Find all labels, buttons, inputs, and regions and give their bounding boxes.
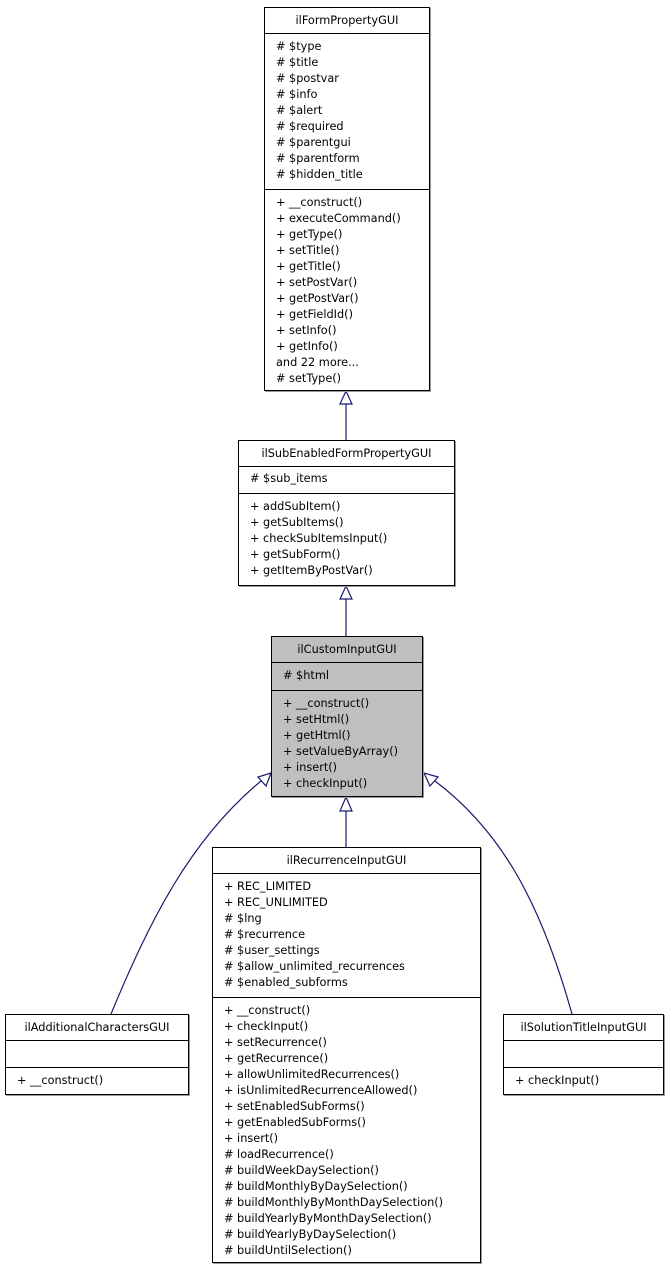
method: # setType()	[276, 372, 342, 385]
attribute: # $title	[276, 56, 319, 69]
inheritance-arrowhead	[256, 772, 273, 788]
class-name: ilSolutionTitleInputGUI	[504, 1015, 663, 1041]
class-box-ilSubEnabledFormPropertyGUI[interactable]: ilSubEnabledFormPropertyGUI # $sub_items…	[238, 440, 455, 586]
attribute: # $allow_unlimited_recurrences	[224, 960, 405, 973]
class-box-ilCustomInputGUI: ilCustomInputGUI # $html + __construct()…	[271, 636, 423, 797]
method: + __construct()	[224, 1004, 311, 1017]
class-name: ilFormPropertyGUI	[265, 8, 429, 34]
method: + getRecurrence()	[224, 1052, 329, 1065]
methods-section: + __construct() + executeCommand() + get…	[265, 189, 429, 387]
inheritance-arrowhead	[339, 795, 353, 812]
method: + getTitle()	[276, 260, 341, 273]
method: # buildMonthlyByDaySelection()	[224, 1180, 408, 1193]
attribute: + REC_LIMITED	[224, 880, 312, 893]
inheritance-arrowhead	[339, 584, 353, 600]
method: + getInfo()	[276, 340, 338, 353]
method: + getFieldId()	[276, 308, 353, 321]
attribute: + REC_UNLIMITED	[224, 896, 328, 909]
method: + isUnlimitedRecurrenceAllowed()	[224, 1084, 418, 1097]
method: # buildYearlyByMonthDaySelection()	[224, 1212, 432, 1225]
method: + getSubForm()	[250, 548, 341, 561]
method: + getHtml()	[283, 729, 351, 742]
method: + __construct()	[17, 1074, 104, 1087]
attributes-section: # $sub_items	[239, 467, 454, 493]
attribute: # $postvar	[276, 72, 339, 85]
attribute: # $html	[283, 669, 329, 682]
method: + getSubItems()	[250, 516, 344, 529]
methods-section: + checkInput()	[504, 1067, 663, 1089]
attribute: # $user_settings	[224, 944, 320, 957]
attribute: # $enabled_subforms	[224, 976, 348, 989]
methods-section: + addSubItem() + getSubItems() + checkSu…	[239, 493, 454, 579]
method: + insert()	[224, 1132, 279, 1145]
more-methods-link[interactable]: and 22 more...	[265, 355, 429, 371]
attribute: # $hidden_title	[276, 168, 363, 181]
method: + __construct()	[276, 196, 363, 209]
attribute: # $type	[276, 40, 322, 53]
class-box-ilAdditionalCharactersGUI[interactable]: ilAdditionalCharactersGUI + __construct(…	[5, 1014, 189, 1095]
method: + setInfo()	[276, 324, 337, 337]
class-name: ilSubEnabledFormPropertyGUI	[239, 441, 454, 467]
method: + checkInput()	[515, 1074, 600, 1087]
attributes-section: # $html	[272, 663, 422, 690]
method: + setEnabledSubForms()	[224, 1100, 365, 1113]
method: + allowUnlimitedRecurrences()	[224, 1068, 400, 1081]
method: + checkInput()	[283, 777, 368, 790]
class-name: ilCustomInputGUI	[272, 637, 422, 663]
attribute: # $sub_items	[250, 472, 328, 485]
attributes-section	[504, 1041, 663, 1067]
attribute: # $recurrence	[224, 928, 306, 941]
class-name: ilAdditionalCharactersGUI	[6, 1015, 188, 1041]
method: + insert()	[283, 761, 338, 774]
methods-section: + __construct() + setHtml() + getHtml() …	[272, 690, 422, 792]
class-box-ilSolutionTitleInputGUI[interactable]: ilSolutionTitleInputGUI + checkInput()	[503, 1014, 664, 1095]
method: + addSubItem()	[250, 500, 341, 513]
attribute: # $info	[276, 88, 318, 101]
class-name: ilRecurrenceInputGUI	[213, 848, 480, 874]
attribute: # $lng	[224, 912, 262, 925]
attribute: # $required	[276, 120, 344, 133]
method: + executeCommand()	[276, 212, 401, 225]
attributes-section: # $type # $title # $postvar # $info # $a…	[265, 34, 429, 189]
method: # loadRecurrence()	[224, 1148, 334, 1161]
attribute: # $parentform	[276, 152, 360, 165]
method: # buildMonthlyByMonthDaySelection()	[224, 1196, 444, 1209]
method: + setPostVar()	[276, 276, 358, 289]
method: + getEnabledSubForms()	[224, 1116, 366, 1129]
method: + setTitle()	[276, 244, 340, 257]
methods-section: + __construct() + checkInput() + setRecu…	[213, 997, 480, 1259]
method: + setRecurrence()	[224, 1036, 327, 1049]
inheritance-arrowhead	[422, 772, 440, 788]
method: + __construct()	[283, 697, 370, 710]
attribute: # $alert	[276, 104, 323, 117]
method: # buildUntilSelection()	[224, 1244, 352, 1257]
method: + checkSubItemsInput()	[250, 532, 388, 545]
attributes-section	[6, 1041, 188, 1067]
method: + getItemByPostVar()	[250, 564, 373, 577]
class-box-ilRecurrenceInputGUI[interactable]: ilRecurrenceInputGUI + REC_LIMITED + REC…	[212, 847, 481, 1263]
method: # buildYearlyByDaySelection()	[224, 1228, 397, 1241]
method: + setHtml()	[283, 713, 350, 726]
method: + getPostVar()	[276, 292, 359, 305]
method: + setValueByArray()	[283, 745, 399, 758]
attribute: # $parentgui	[276, 136, 351, 149]
method: + checkInput()	[224, 1020, 309, 1033]
methods-section: + __construct()	[6, 1067, 188, 1089]
method: + getType()	[276, 228, 343, 241]
method: # buildWeekDaySelection()	[224, 1164, 379, 1177]
inheritance-arrowhead	[339, 389, 353, 405]
attributes-section: + REC_LIMITED + REC_UNLIMITED # $lng # $…	[213, 874, 480, 997]
class-box-ilFormPropertyGUI: ilFormPropertyGUI # $type # $title # $po…	[264, 7, 430, 391]
